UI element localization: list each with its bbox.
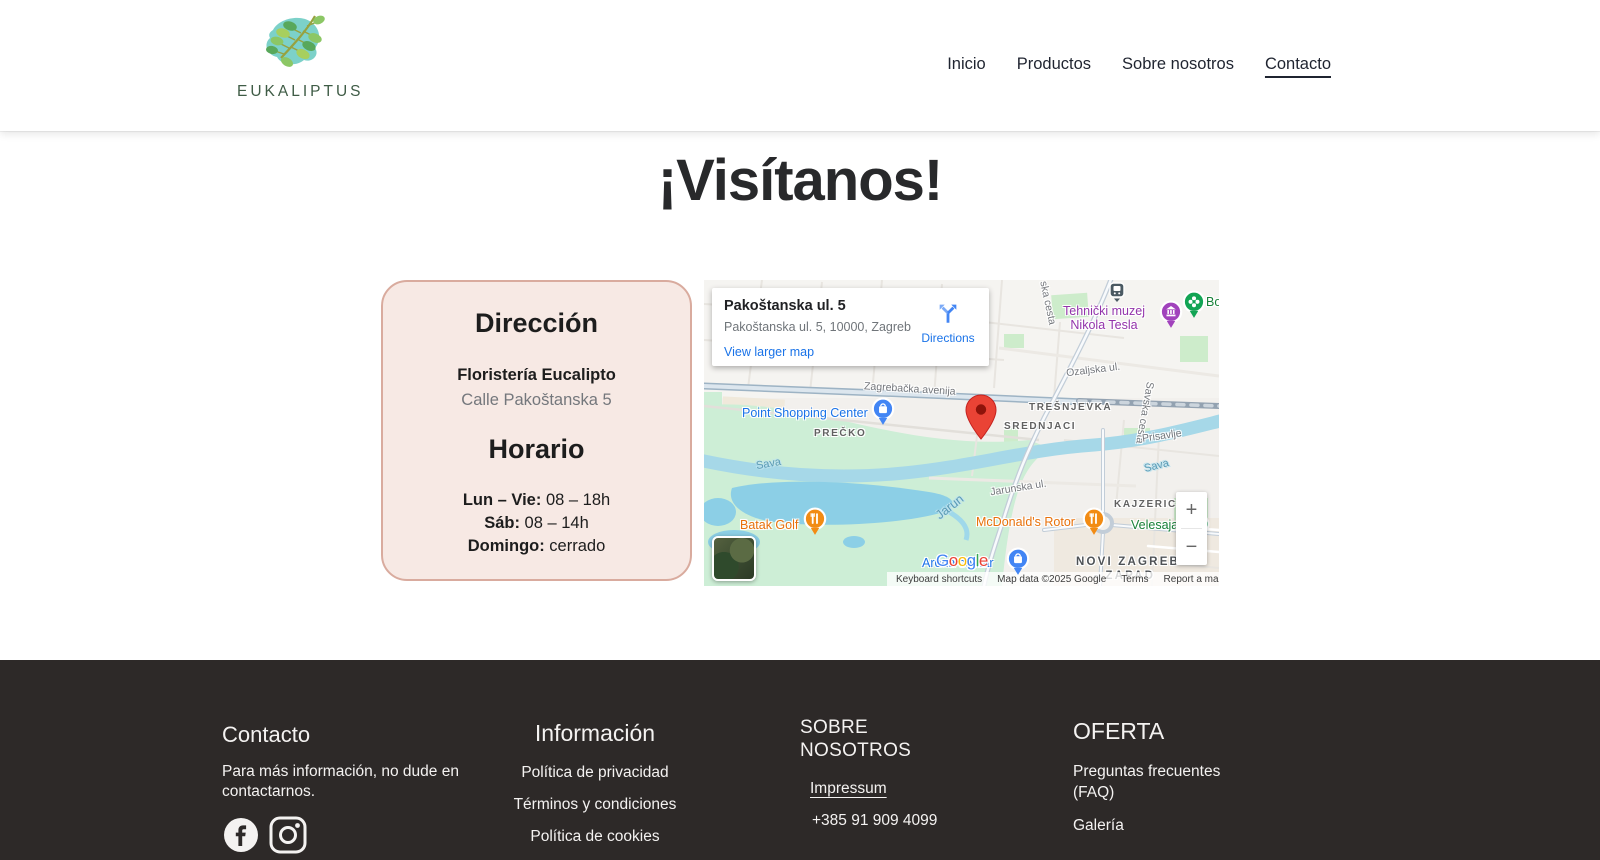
google-letter: o	[949, 551, 958, 570]
map-poi-point-label[interactable]: Point Shopping Center	[742, 406, 868, 420]
nav-item-contacto[interactable]: Contacto	[1265, 55, 1331, 74]
footer-info-column: Información Política de privacidad Térmi…	[490, 720, 700, 846]
nav-item-sobre-nosotros[interactable]: Sobre nosotros	[1122, 55, 1234, 74]
gallery-link[interactable]: Galería	[1073, 817, 1293, 835]
facebook-icon[interactable]	[222, 816, 260, 859]
page-title: ¡Visítanos!	[0, 147, 1600, 214]
content-row: Dirección Floristería Eucalipto Calle Pa…	[0, 280, 1600, 586]
privacy-policy-link[interactable]: Política de privacidad	[490, 764, 700, 782]
instagram-icon[interactable]	[268, 816, 308, 859]
terms-conditions-link[interactable]: Términos y condiciones	[490, 796, 700, 814]
map-area-label: KAJZERICA	[1114, 499, 1186, 510]
main-nav: Inicio Productos Sobre nosotros Contacto	[947, 55, 1331, 74]
nav-item-productos[interactable]: Productos	[1017, 55, 1091, 74]
directions-label: Directions	[917, 331, 979, 345]
google-logo[interactable]: Google	[936, 551, 988, 571]
site-header: EUKALIPTUS Inicio Productos Sobre nosotr…	[0, 0, 1600, 131]
museum-poi-icon[interactable]	[1159, 300, 1183, 335]
hours-row: Lun – Vie: 08 – 18h	[383, 489, 690, 512]
eucalyptus-logo-icon	[257, 63, 329, 80]
site-footer: Contacto Para más información, no dude e…	[0, 660, 1600, 860]
google-letter: e	[979, 551, 988, 570]
footer-contact-heading: Contacto	[222, 722, 522, 748]
shopping-center-poi-icon[interactable]	[1006, 547, 1030, 582]
map-area-label: TREŠNJEVKA	[1029, 402, 1112, 413]
google-letter: g	[967, 551, 976, 570]
place-title: Pakoštanska ul. 5	[724, 298, 846, 314]
logo-wordmark: EUKALIPTUS	[237, 83, 349, 101]
hours-row: Sáb: 08 – 14h	[383, 512, 690, 535]
report-map-error-link[interactable]: Report a map error	[1164, 574, 1219, 585]
google-letter: G	[936, 551, 949, 570]
footer-contact-text: Para más información, no dude en contact…	[222, 762, 472, 802]
social-icons	[222, 816, 522, 859]
map-zoom-control: + −	[1176, 492, 1207, 565]
terms-link[interactable]: Terms	[1121, 574, 1148, 585]
directions-button[interactable]: Directions	[917, 300, 979, 345]
zoom-out-button[interactable]: −	[1176, 529, 1207, 565]
map-area-label: SREDNJACI	[1004, 421, 1076, 432]
google-letter: o	[958, 551, 967, 570]
view-larger-map-link[interactable]: View larger map	[724, 345, 814, 359]
hero-section: ¡Visítanos!	[0, 147, 1600, 214]
footer-info-heading: Información	[490, 720, 700, 747]
map-attribution-bar: Keyboard shortcuts Map data ©2025 Google…	[887, 572, 1219, 586]
map-red-marker[interactable]	[964, 393, 998, 448]
address-card: Dirección Floristería Eucalipto Calle Pa…	[381, 280, 692, 581]
keyboard-shortcuts-link[interactable]: Keyboard shortcuts	[896, 574, 982, 585]
map-place-card: Pakoštanska ul. 5 Pakoštanska ul. 5, 100…	[712, 288, 989, 366]
business-name: Floristería Eucalipto	[383, 366, 690, 385]
zoom-in-button[interactable]: +	[1176, 492, 1207, 528]
footer-about-column: SOBRE NOSOTROS Impressum +385 91 909 409…	[800, 716, 960, 830]
phone-link[interactable]: +385 91 909 4099	[812, 812, 960, 830]
map-area-label: PREČKO	[814, 428, 866, 439]
directions-icon	[917, 300, 979, 329]
google-map-embed[interactable]: ska cesta Ozaljska ul. Zagrebačka avenij…	[704, 280, 1219, 586]
direccion-heading: Dirección	[383, 308, 690, 339]
restaurant-poi-icon[interactable]	[803, 507, 827, 542]
map-poi-museum-label[interactable]: Tehnički muzej Nikola Tesla	[1056, 304, 1152, 332]
map-poi-mcdonalds-label[interactable]: McDonald's Rotor	[976, 515, 1075, 529]
faq-link[interactable]: Preguntas frecuentes (FAQ)	[1073, 761, 1233, 803]
tram-station-icon[interactable]	[1109, 282, 1125, 307]
footer-offer-heading: OFERTA	[1073, 718, 1293, 745]
shopping-center-poi-icon[interactable]	[871, 397, 895, 432]
footer-about-heading: SOBRE NOSOTROS	[800, 716, 910, 762]
horario-heading: Horario	[383, 434, 690, 465]
cookies-policy-link[interactable]: Política de cookies	[490, 828, 700, 846]
footer-contact-column: Contacto Para más información, no dude e…	[222, 722, 522, 859]
place-address: Pakoštanska ul. 5, 10000, Zagreb	[724, 320, 911, 334]
nav-item-inicio[interactable]: Inicio	[947, 55, 986, 74]
map-poi-botanical-label[interactable]: Bot	[1206, 295, 1219, 309]
satellite-view-toggle[interactable]	[712, 536, 756, 581]
botanical-poi-icon[interactable]	[1182, 290, 1206, 325]
map-area-label: NOVI ZAGREB	[1076, 556, 1180, 568]
restaurant-poi-icon[interactable]	[1082, 507, 1106, 542]
address-line: Calle Pakoštanska 5	[383, 391, 690, 410]
opening-hours: Lun – Vie: 08 – 18h Sáb: 08 – 14h Doming…	[383, 489, 690, 558]
footer-offer-column: OFERTA Preguntas frecuentes (FAQ) Galerí…	[1073, 718, 1293, 835]
impressum-link[interactable]: Impressum	[810, 780, 887, 798]
hours-row: Domingo: cerrado	[383, 535, 690, 558]
logo[interactable]: EUKALIPTUS	[237, 10, 349, 101]
map-poi-batak-label[interactable]: Batak Golf	[740, 518, 798, 532]
